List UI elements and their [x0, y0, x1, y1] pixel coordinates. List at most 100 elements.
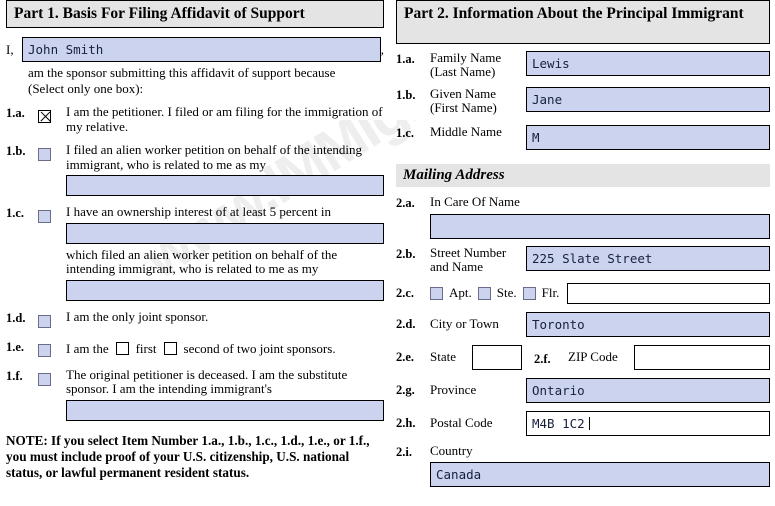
i-letter: I, — [6, 42, 14, 58]
field-label-country: Country — [430, 442, 473, 458]
part1-header: Part 1. Basis For Filing Affidavit of Su… — [6, 0, 384, 29]
option-row-1b: 1.b. I filed an alien worker petition on… — [6, 142, 384, 197]
option-label-1c-part2: which filed an alien worker petition on … — [66, 246, 338, 277]
field-num-1c: 1.c. — [396, 126, 415, 141]
in-care-of-input[interactable] — [430, 214, 770, 240]
city-input[interactable]: Toronto — [526, 311, 770, 337]
checkbox-wrap-1c — [38, 205, 66, 301]
state-input[interactable] — [472, 344, 522, 370]
option-row-1c: 1.c. I have an ownership interest of at … — [6, 205, 384, 301]
given-name-input[interactable]: Jane — [526, 86, 770, 112]
option-label-1f: The original petitioner is deceased. I a… — [66, 366, 348, 397]
field-row-street: 2.b. Street Number and Name 225 Slate St… — [396, 245, 770, 275]
mailing-address-header: Mailing Address — [396, 164, 770, 188]
option-label-1a: I am the petitioner. I filed or am filin… — [66, 104, 383, 134]
part2-column: Part 2. Information About the Principal … — [396, 0, 770, 487]
field-num-2g: 2.g. — [396, 383, 415, 398]
intro-line-1: am the sponsor submitting this affidavit… — [28, 65, 336, 81]
option-label-1e-second: second of two joint sponsors. — [183, 340, 336, 356]
sponsor-name-input[interactable]: John Smith — [22, 37, 381, 63]
middle-name-input[interactable]: M — [526, 125, 770, 151]
option-num-1c: 1.c. — [6, 206, 25, 221]
field-num-2h: 2.h. — [396, 416, 416, 431]
street-input[interactable]: 225 Slate Street — [526, 246, 770, 272]
field-num-1a: 1.a. — [396, 52, 415, 66]
option-row-1f: 1.f. The original petitioner is deceased… — [6, 366, 384, 421]
label-ste: Ste. — [496, 285, 517, 300]
postal-code-value: M4B 1C2 — [532, 415, 585, 431]
field-label-street-line1: Street Number — [430, 245, 507, 261]
checkbox-wrap-1d — [38, 310, 66, 330]
checkbox-flr[interactable] — [522, 286, 536, 300]
field-label-state: State — [430, 349, 456, 365]
checkbox-wrap-1a — [38, 105, 66, 134]
province-input[interactable]: Ontario — [526, 377, 770, 403]
field-row-middle-name: 1.c. Middle Name M — [396, 124, 770, 151]
field-num-1b: 1.b. — [396, 87, 416, 102]
field-row-postal: 2.h. Postal Code M4B 1C2 — [396, 410, 770, 436]
option-label-1e-first: first — [135, 340, 157, 356]
field-label-given-name-line2: (First Name) — [430, 99, 497, 115]
checkbox-1d[interactable] — [38, 314, 51, 328]
relationship-input-1c[interactable] — [66, 279, 384, 301]
unit-number-input[interactable] — [567, 282, 770, 304]
checkbox-wrap-1f — [38, 368, 66, 421]
field-label-province: Province — [430, 382, 477, 398]
checkbox-1e[interactable] — [38, 343, 51, 357]
part1-note: NOTE: If you select Item Number 1.a., 1.… — [6, 432, 370, 480]
country-input[interactable]: Canada — [430, 461, 770, 487]
field-row-in-care-of: 2.a. In Care Of Name — [396, 194, 770, 211]
form-page: www.IMMIgrationPro.com Part 1. Basis For… — [0, 0, 775, 506]
field-label-in-care-of: In Care Of Name — [430, 194, 520, 210]
field-row-province: 2.g. Province Ontario — [396, 377, 770, 403]
field-num-2d: 2.d. — [396, 317, 416, 332]
postal-code-input[interactable]: M4B 1C2 — [526, 410, 770, 436]
option-label-1e-a: I am the — [66, 340, 109, 356]
option-row-1e: 1.e. I am the first second of two joint … — [6, 339, 384, 359]
in-care-of-field-wrap — [430, 214, 770, 240]
field-num-2f: 2.f. — [534, 351, 551, 366]
checkbox-apt[interactable] — [430, 286, 443, 300]
field-num-2e: 2.e. — [396, 350, 415, 365]
sponsor-name-row: I, John Smith , — [6, 37, 384, 63]
company-input-1c[interactable] — [66, 222, 384, 244]
part2-header: Part 2. Information About the Principal … — [396, 0, 770, 44]
field-label-city: City or Town — [430, 316, 499, 332]
option-row-1d: 1.d. I am the only joint sponsor. — [6, 308, 384, 330]
option-num-1f: 1.f. — [6, 368, 23, 383]
field-label-family-name-line2: (Last Name) — [430, 64, 496, 80]
option-label-1d: I am the only joint sponsor. — [66, 308, 209, 324]
field-label-street-line2: and Name — [430, 259, 484, 275]
relationship-input-1f[interactable] — [66, 399, 384, 421]
text-caret — [588, 416, 590, 430]
option-row-1a: 1.a. I am the petitioner. I filed or am … — [6, 104, 384, 134]
zip-input[interactable] — [634, 344, 770, 370]
checkbox-1e-second[interactable] — [163, 342, 177, 356]
option-num-1a: 1.a. — [6, 106, 25, 121]
option-num-1d: 1.d. — [6, 310, 26, 325]
checkbox-1e-first[interactable] — [115, 342, 129, 356]
option-num-1e: 1.e. — [6, 339, 25, 354]
checkbox-ste[interactable] — [477, 286, 491, 300]
field-row-state-zip: 2.e. State 2.f. ZIP Code — [396, 344, 770, 370]
country-field-wrap: Canada — [430, 461, 770, 487]
field-label-postal: Postal Code — [430, 415, 493, 431]
field-label-family-name-line1: Family Name — [430, 50, 502, 65]
part1-column: Part 1. Basis For Filing Affidavit of Su… — [6, 0, 384, 480]
field-label-given-name-line1: Given Name — [430, 85, 497, 101]
checkbox-1b[interactable] — [38, 147, 51, 161]
field-label-zip: ZIP Code — [568, 349, 618, 365]
option-num-1b: 1.b. — [6, 144, 26, 159]
family-name-input[interactable]: Lewis — [526, 51, 770, 76]
checkbox-wrap-1e — [38, 339, 66, 359]
field-row-unit: 2.c. Apt. Ste. Flr. — [396, 282, 770, 304]
field-label-given-name: Given Name (First Name) — [430, 85, 526, 116]
field-label-family-name: Family Name (Last Name) — [430, 50, 526, 80]
trailing-comma: , — [380, 42, 384, 58]
field-row-given-name: 1.b. Given Name (First Name) Jane — [396, 85, 770, 116]
checkbox-1c[interactable] — [38, 210, 51, 224]
checkbox-1f[interactable] — [38, 372, 51, 386]
relationship-input-1b[interactable] — [66, 175, 384, 197]
field-row-country: 2.i. Country — [396, 442, 770, 460]
checkbox-1a[interactable] — [38, 109, 51, 123]
